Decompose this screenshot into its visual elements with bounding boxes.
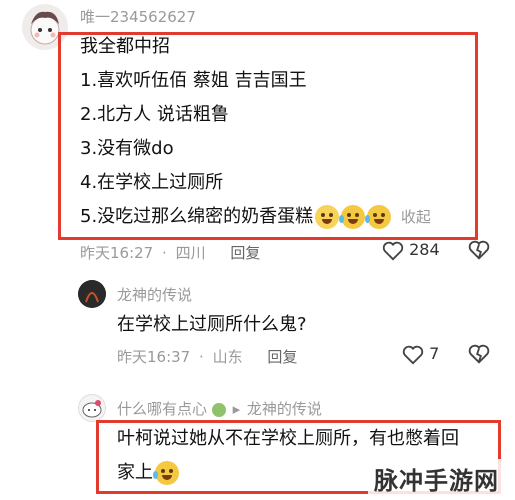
avatar[interactable]: [78, 394, 106, 422]
comment-line: 1.喜欢听伍佰 蔡姐 吉吉国王: [80, 70, 307, 91]
reply-to-username[interactable]: 龙神的传说: [247, 400, 322, 418]
dislike-icon[interactable]: [468, 240, 490, 262]
like-button[interactable]: 284: [382, 240, 440, 261]
hello-kitty-avatar-icon: [82, 400, 102, 418]
comment-line: 3.没有微do: [80, 138, 174, 159]
verified-icon: [211, 402, 226, 417]
heart-icon: [382, 241, 404, 260]
comment-line: 我全都中招: [80, 36, 170, 57]
like-count: 284: [409, 240, 440, 259]
comment-line: 4.在学校上过厕所: [80, 172, 224, 193]
heart-icon: [402, 345, 424, 364]
separator-dot: ·: [162, 244, 167, 262]
collapse-link[interactable]: 收起: [401, 208, 431, 226]
comment-body: 我全都中招 1.喜欢听伍佰 蔡姐 吉吉国王 2.北方人 说话粗鲁 3.没有微do…: [80, 30, 480, 234]
crying-laugh-emoji-icon: [365, 205, 392, 229]
comment-line: 叶柯说过她从不在学校上厕所，有也憋着回: [117, 428, 459, 449]
reply-button[interactable]: 回复: [230, 244, 260, 262]
avatar-dark-icon: [78, 280, 106, 308]
reply-header: 什么哪有点心 ▸ 龙神的传说: [117, 398, 322, 419]
crying-laugh-emoji-icon: [339, 205, 366, 229]
username[interactable]: 唯一234562627: [80, 6, 196, 27]
timestamp: 昨天16:27: [80, 244, 154, 262]
comment-body: 在学校上过厕所什么鬼?: [117, 314, 307, 335]
dislike-icon[interactable]: [468, 344, 490, 366]
comment-meta: 昨天16:27 · 四川 回复: [80, 242, 260, 263]
reply-arrow-icon: ▸: [232, 400, 241, 418]
watermark: 脉冲手游网: [368, 459, 505, 498]
avatar[interactable]: [78, 280, 106, 308]
reply-button[interactable]: 回复: [267, 348, 297, 366]
location: 山东: [212, 348, 243, 366]
drooling-emoji-icon: [315, 205, 340, 229]
separator-dot: ·: [199, 348, 204, 366]
username[interactable]: 什么哪有点心: [117, 400, 207, 418]
crying-laugh-emoji-icon: [153, 461, 179, 485]
timestamp: 昨天16:37: [117, 348, 191, 366]
comment-meta: 昨天16:37 · 山东 回复: [117, 346, 297, 367]
comment-line-last: 5.没吃过那么绵密的奶香蛋糕 收起: [80, 200, 480, 234]
like-count: 7: [429, 344, 440, 363]
username[interactable]: 龙神的传说: [117, 284, 192, 305]
location: 四川: [175, 244, 206, 262]
like-button[interactable]: 7: [402, 344, 439, 365]
comment-line: 5.没吃过那么绵密的奶香蛋糕: [80, 206, 314, 227]
comment-line: 2.北方人 说话粗鲁: [80, 104, 229, 125]
comment-line: 家上: [117, 462, 153, 483]
